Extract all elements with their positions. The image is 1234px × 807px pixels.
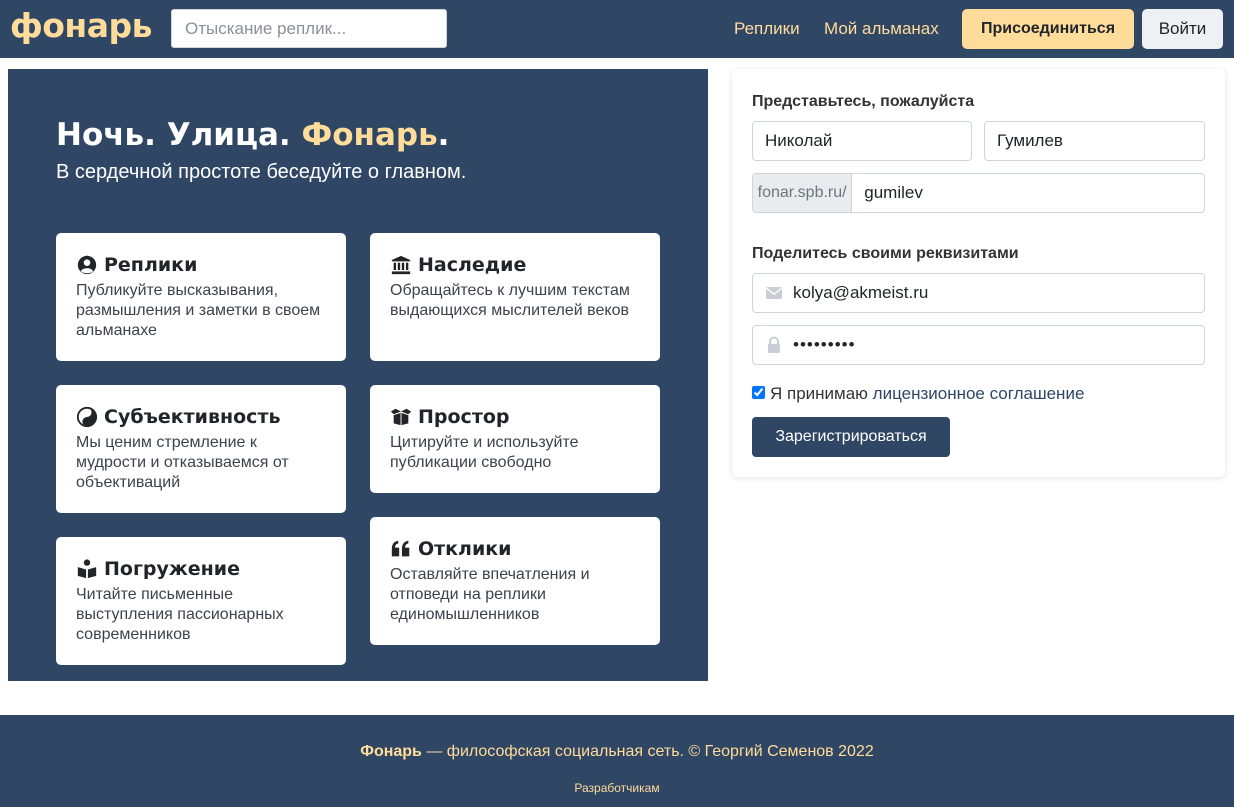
feature-text: Публикуйте высказывания, размышления и з… [76, 282, 321, 339]
envelope-icon [765, 284, 783, 302]
last-name-field[interactable] [984, 121, 1205, 161]
developers-link[interactable]: Разработчикам [0, 781, 1234, 795]
nav-link-my-almanac[interactable]: Мой альманах [824, 19, 939, 39]
feature-card-replies: Реплики Публикуйте высказывания, размышл… [56, 233, 346, 361]
feature-card-subjectivity: Субъективность Мы ценим стремление к муд… [56, 385, 346, 513]
feature-title: Отклики [418, 538, 512, 560]
email-input[interactable] [753, 274, 1204, 312]
first-name-field[interactable] [752, 121, 972, 161]
feature-card-responses: Отклики Оставляйте впечатления и отповед… [370, 517, 660, 645]
feature-title: Субъективность [104, 406, 281, 428]
feature-title: Реплики [104, 254, 198, 276]
search-input[interactable] [171, 9, 447, 48]
join-button[interactable]: Присоединиться [962, 9, 1134, 49]
last-name-input[interactable] [985, 122, 1204, 160]
feature-text: Обращайтесь к лучшим текстам выдающихся … [390, 282, 630, 319]
feature-text: Оставляйте впечатления и отповеди на реп… [390, 566, 590, 623]
login-button[interactable]: Войти [1142, 9, 1223, 49]
registration-form: Представьтесь, пожалуйста fonar.spb.ru/ … [732, 69, 1225, 477]
brand-logo[interactable]: фонарь [10, 6, 152, 45]
hero-title: Ночь. Улица. Фонарь. [56, 117, 450, 153]
feature-card-immersion: Погружение Читайте письменные выступлени… [56, 537, 346, 665]
username-field[interactable]: fonar.spb.ru/ [752, 173, 1205, 213]
feature-title: Наследие [418, 254, 527, 276]
password-input[interactable] [753, 326, 1204, 364]
license-checkbox[interactable] [752, 386, 765, 399]
credentials-label: Поделитесь своими реквизитами [752, 245, 1019, 262]
feature-title: Погружение [104, 558, 240, 580]
footer: Фонарь — философская социальная сеть. © … [0, 715, 1234, 807]
feature-text: Мы ценим стремление к мудрости и отказыв… [76, 434, 289, 491]
quote-left-icon [390, 538, 412, 560]
hero-subtitle: В сердечной простоте беседуйте о главном… [56, 161, 467, 183]
feature-card-heritage: Наследие Обращайтесь к лучшим текстам вы… [370, 233, 660, 361]
intro-label: Представьтесь, пожалуйста [752, 93, 975, 110]
register-button[interactable]: Зарегистрироваться [752, 417, 950, 457]
navbar: фонарь Реплики Мой альманах Присоединить… [0, 0, 1234, 58]
box-open-icon [390, 406, 412, 428]
url-prefix-addon: fonar.spb.ru/ [753, 174, 853, 212]
password-field[interactable] [752, 325, 1205, 365]
license-link[interactable]: лицензионное соглашение [873, 384, 1085, 403]
lock-icon [765, 336, 783, 354]
feature-title: Простор [418, 406, 510, 428]
first-name-input[interactable] [753, 122, 971, 160]
username-input[interactable] [852, 174, 1204, 212]
feature-card-space: Простор Цитируйте и используйте публикац… [370, 385, 660, 493]
hero-panel: Ночь. Улица. Фонарь. В сердечной простот… [8, 69, 708, 681]
nav-link-replies[interactable]: Реплики [734, 19, 800, 39]
book-reader-icon [76, 558, 98, 580]
user-circle-icon [76, 254, 98, 276]
license-label: Я принимаю лицензионное соглашение [770, 384, 1085, 403]
landmark-icon [390, 254, 412, 276]
footer-copyright: Фонарь — философская социальная сеть. © … [360, 743, 874, 760]
feature-text: Читайте письменные выступления пассионар… [76, 586, 284, 643]
yin-yang-icon [76, 406, 98, 428]
email-field[interactable] [752, 273, 1205, 313]
feature-text: Цитируйте и используйте публикации свобо… [390, 434, 579, 471]
